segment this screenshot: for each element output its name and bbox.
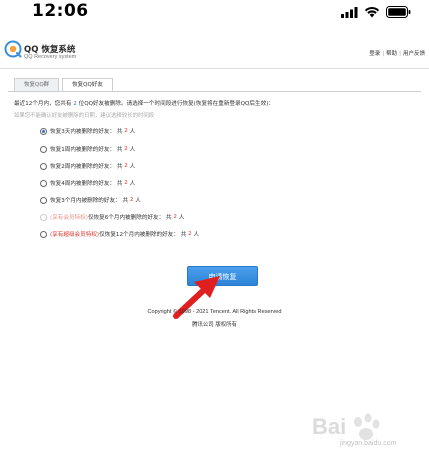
option-label: 仅恢复12个月内被删除的好友： bbox=[99, 232, 179, 238]
option-unit: 人 bbox=[129, 164, 136, 170]
option-2-weeks[interactable]: 恢复2周内被删除的好友： 共 2 人 bbox=[40, 162, 135, 170]
svip-privilege-tag: (享有超级会员特权) bbox=[50, 232, 100, 238]
signal-icon bbox=[341, 6, 358, 18]
radio-1-week[interactable] bbox=[40, 145, 47, 153]
link-separator: | bbox=[399, 51, 401, 57]
company-text: 腾讯公司 版权所有 bbox=[192, 322, 237, 328]
option-count: 2 bbox=[124, 180, 128, 186]
tab-bar: 恢复QQ群 恢复QQ好友 bbox=[14, 78, 116, 92]
option-total-prefix: 共 bbox=[180, 232, 187, 238]
header-links: 登录 | 帮助 | 用户反馈 bbox=[369, 49, 425, 57]
tab-recover-group[interactable]: 恢复QQ群 bbox=[14, 78, 60, 91]
watermark-sub: jingyan.baidu.com bbox=[340, 440, 397, 447]
login-link[interactable]: 登录 bbox=[369, 51, 380, 57]
option-total-prefix: 共 bbox=[122, 198, 129, 204]
feedback-link[interactable]: 用户反馈 bbox=[403, 51, 425, 57]
radio-3-months[interactable] bbox=[40, 196, 47, 204]
option-unit: 人 bbox=[129, 181, 136, 187]
status-bar: 12:06 bbox=[0, 0, 429, 28]
help-link[interactable]: 帮助 bbox=[386, 51, 397, 57]
watermark-text: Bai bbox=[312, 414, 347, 439]
header-divider bbox=[0, 68, 429, 69]
option-label: 仅恢复6个月内被删除的好友： bbox=[87, 215, 165, 221]
deleted-friend-count: 2 bbox=[73, 101, 77, 107]
option-unit: 人 bbox=[193, 232, 200, 238]
radio-12-months[interactable] bbox=[40, 230, 47, 238]
option-total-prefix: 共 bbox=[116, 147, 123, 153]
site-header: QQ 恢复系统 QQ Recovery system 登录 | 帮助 | 用户反馈 bbox=[0, 38, 429, 68]
option-label: 恢复3个月内被删除的好友： bbox=[50, 198, 121, 204]
radio-2-weeks[interactable] bbox=[40, 162, 47, 170]
option-4-weeks[interactable]: 恢复4周内被删除的好友： 共 2 人 bbox=[40, 179, 135, 187]
option-count: 2 bbox=[124, 146, 128, 152]
copyright-text: Copyright © 1998 - 2021 Tencent. All Rig… bbox=[147, 309, 282, 315]
option-3-days[interactable]: 恢复3天内被删除的好友： 共 2 人 bbox=[40, 127, 135, 135]
radio-4-weeks[interactable] bbox=[40, 179, 47, 187]
option-unit: 人 bbox=[129, 129, 136, 135]
option-unit: 人 bbox=[135, 198, 141, 204]
option-unit: 人 bbox=[129, 147, 136, 153]
battery-icon bbox=[386, 6, 411, 18]
option-1-week[interactable]: 恢复1周内被删除的好友： 共 2 人 bbox=[40, 145, 135, 153]
tab-divider bbox=[8, 91, 421, 92]
option-total-prefix: 共 bbox=[116, 164, 123, 170]
vip-privilege-tag: (享有会员特权) bbox=[50, 215, 88, 221]
status-icons bbox=[341, 6, 411, 18]
radio-6-months bbox=[40, 213, 47, 221]
option-count: 2 bbox=[129, 197, 134, 203]
option-3-months[interactable]: 恢复3个月内被删除的好友： 共 2 人 bbox=[40, 196, 141, 204]
option-label: 恢复2周内被删除的好友： bbox=[50, 164, 116, 170]
option-label: 恢复1周内被删除的好友： bbox=[50, 147, 116, 153]
option-total-prefix: 共 bbox=[116, 129, 123, 135]
option-count: 2 bbox=[124, 163, 128, 169]
option-total-prefix: 共 bbox=[116, 181, 123, 187]
intro-hint: 如果您不能确认好友被删除的日期，建议选择较长的时间段 bbox=[14, 113, 155, 119]
option-unit: 人 bbox=[178, 215, 185, 221]
qq-recovery-logo-icon bbox=[4, 40, 22, 58]
intro-suffix: 位QQ好友被删除。请选择一个时间段进行恢复(恢复将在重新登录QQ后生效)： bbox=[78, 101, 274, 107]
option-12-months[interactable]: (享有超级会员特权) 仅恢复12个月内被删除的好友： 共 2 人 bbox=[40, 230, 199, 238]
option-total-prefix: 共 bbox=[166, 215, 172, 221]
status-time: 12:06 bbox=[32, 1, 89, 21]
wifi-icon bbox=[364, 7, 380, 18]
option-label: 恢复4周内被删除的好友： bbox=[50, 181, 116, 187]
option-6-months: (享有会员特权) 仅恢复6个月内被删除的好友： 共 2 人 bbox=[40, 213, 184, 221]
intro-prefix: 最近12个月内，您共有 bbox=[14, 101, 72, 107]
intro-text: 最近12个月内，您共有 2 位QQ好友被删除。请选择一个时间段进行恢复(恢复将在… bbox=[14, 99, 274, 107]
site-subtitle: QQ Recovery system bbox=[24, 54, 77, 60]
option-label: 恢复3天内被删除的好友： bbox=[50, 129, 116, 135]
tab-recover-friends[interactable]: 恢复QQ好友 bbox=[62, 78, 113, 92]
option-count: 2 bbox=[188, 231, 192, 237]
link-separator: | bbox=[382, 51, 385, 57]
option-count: 2 bbox=[124, 128, 128, 134]
option-count: 2 bbox=[173, 214, 177, 220]
radio-3-days[interactable] bbox=[40, 127, 47, 135]
